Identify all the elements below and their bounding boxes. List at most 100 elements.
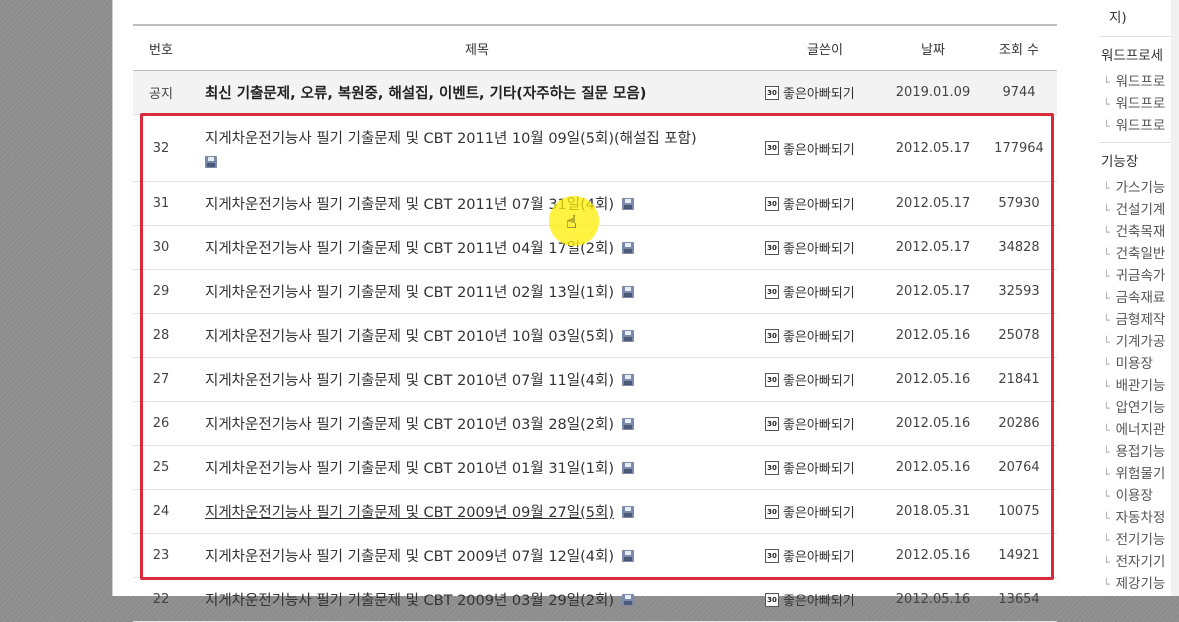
- table-row: 25 지게차운전기능사 필기 기출문제 및 CBT 2010년 01월 31일(…: [133, 446, 1057, 490]
- post-title-link[interactable]: 지게차운전기능사 필기 기출문제 및 CBT 2011년 02월 13일(1회): [205, 281, 614, 302]
- writer-name: 좋은아빠되기: [783, 594, 855, 609]
- writer-name: 좋은아빠되기: [783, 87, 855, 102]
- sidebar-item[interactable]: └ 가스기능: [1103, 176, 1165, 196]
- row-number: 31: [152, 196, 170, 211]
- row-writer[interactable]: 30 좋은아빠되기: [765, 402, 885, 445]
- sidebar-item[interactable]: └ 건축일반: [1103, 242, 1165, 262]
- writer-name: 좋은아빠되기: [783, 550, 855, 565]
- row-title-cell: 지게차운전기능사 필기 기출문제 및 CBT 2010년 03월 28일(2회): [205, 402, 765, 445]
- row-writer[interactable]: 30 좋은아빠되기: [765, 578, 885, 621]
- sidebar-item[interactable]: └ 에너지관: [1103, 418, 1165, 438]
- post-title-link[interactable]: 지게차운전기능사 필기 기출문제 및 CBT 2010년 01월 31일(1회): [205, 457, 614, 478]
- file-attachment-icon: [622, 549, 634, 562]
- sidebar-item[interactable]: └ 제강기능: [1103, 572, 1165, 592]
- table-row: 22 지게차운전기능사 필기 기출문제 및 CBT 2009년 03월 29일(…: [133, 578, 1057, 622]
- member-icon: 30: [765, 141, 779, 155]
- sidebar-item[interactable]: └ 워드프로: [1103, 92, 1165, 112]
- member-icon: 30: [765, 504, 779, 519]
- sidebar-group-title[interactable]: 워드프로세: [1079, 44, 1163, 64]
- row-writer[interactable]: 30 좋은아빠되기: [765, 270, 885, 313]
- post-title-link[interactable]: 지게차운전기능사 필기 기출문제 및 CBT 2009년 09월 27일(5회): [205, 501, 614, 522]
- tree-branch-icon: └: [1103, 336, 1110, 349]
- board-panel: 번호 제목 글쓴이 날짜 조회 수 공지 최신 기출문제, 오류, 복원중, 해…: [112, 0, 1080, 622]
- sidebar-item[interactable]: └ 전자기기: [1103, 550, 1165, 570]
- sidebar-item[interactable]: └ 건축목재: [1103, 220, 1165, 240]
- table-header: 번호 제목 글쓴이 날짜 조회 수: [133, 24, 1057, 71]
- notice-date: 2019.01.09: [895, 85, 971, 100]
- row-title-cell: 지게차운전기능사 필기 기출문제 및 CBT 2009년 03월 29일(2회): [205, 578, 765, 621]
- writer-name: 좋은아빠되기: [783, 506, 855, 521]
- file-attachment-icon: [205, 155, 217, 168]
- tree-branch-icon: └: [1103, 182, 1110, 195]
- notice-title-cell: 최신 기출문제, 오류, 복원중, 해설집, 이벤트, 기타(자주하는 질문 모…: [205, 71, 765, 114]
- post-title-link[interactable]: 지게차운전기능사 필기 기출문제 및 CBT 2010년 07월 11일(4회): [205, 369, 614, 390]
- row-date: 2012.05.16: [895, 592, 971, 607]
- row-writer[interactable]: 30 좋은아빠되기: [765, 314, 885, 357]
- member-icon: 30: [765, 416, 779, 431]
- file-attachment-icon: [622, 241, 634, 254]
- row-writer[interactable]: 30 좋은아빠되기: [765, 115, 885, 181]
- notice-row: 공지 최신 기출문제, 오류, 복원중, 해설집, 이벤트, 기타(자주하는 질…: [133, 71, 1057, 115]
- writer-name: 좋은아빠되기: [783, 142, 855, 158]
- sidebar-item[interactable]: └ 이용장: [1103, 484, 1153, 504]
- row-date: 2012.05.17: [895, 240, 971, 255]
- sidebar-scrollbar[interactable]: [1171, 0, 1179, 596]
- sidebar-item[interactable]: └ 워드프로: [1103, 114, 1165, 134]
- tree-branch-icon: └: [1103, 314, 1110, 327]
- sidebar-item[interactable]: └ 압연기능: [1103, 396, 1165, 416]
- file-attachment-icon: [622, 593, 634, 606]
- tree-branch-icon: └: [1103, 358, 1110, 371]
- row-writer[interactable]: 30 좋은아빠되기: [765, 226, 885, 269]
- row-date: 2012.05.16: [895, 372, 971, 387]
- sidebar-item[interactable]: └ 용접기능: [1103, 440, 1165, 460]
- sidebar-item[interactable]: └ 전기기능: [1103, 528, 1165, 548]
- post-title-link[interactable]: 지게차운전기능사 필기 기출문제 및 CBT 2009년 03월 29일(2회): [205, 589, 614, 610]
- post-title-link[interactable]: 지게차운전기능사 필기 기출문제 및 CBT 2011년 04월 17일(2회): [205, 237, 614, 258]
- row-views: 20764: [998, 460, 1040, 475]
- post-title-link[interactable]: 지게차운전기능사 필기 기출문제 및 CBT 2010년 10월 03일(5회): [205, 325, 614, 346]
- post-title-link[interactable]: 지게차운전기능사 필기 기출문제 및 CBT 2010년 03월 28일(2회): [205, 413, 614, 434]
- table-row: 27 지게차운전기능사 필기 기출문제 및 CBT 2010년 07월 11일(…: [133, 358, 1057, 402]
- file-attachment-icon: [622, 285, 634, 298]
- row-writer[interactable]: 30 좋은아빠되기: [765, 490, 885, 533]
- sidebar-item[interactable]: └ 귀금속가: [1103, 264, 1165, 284]
- tree-branch-icon: └: [1103, 534, 1110, 547]
- notice-views: 9744: [1002, 85, 1036, 100]
- row-title-cell: 지게차운전기능사 필기 기출문제 및 CBT 2011년 02월 13일(1회): [205, 270, 765, 313]
- sidebar-divider: [1099, 36, 1179, 37]
- row-number: 32: [152, 140, 170, 156]
- row-number: 26: [152, 416, 170, 431]
- sidebar-item[interactable]: └ 금형제작: [1103, 308, 1165, 328]
- notice-writer[interactable]: 30 좋은아빠되기: [765, 71, 885, 114]
- row-number: 27: [152, 372, 170, 387]
- sidebar-item[interactable]: └ 워드프로: [1103, 70, 1165, 90]
- sidebar-item[interactable]: └ 건설기계: [1103, 198, 1165, 218]
- row-number: 24: [152, 504, 170, 519]
- post-title-link[interactable]: 지게차운전기능사 필기 기출문제 및 CBT 2009년 07월 12일(4회): [205, 545, 614, 566]
- writer-name: 좋은아빠되기: [783, 198, 855, 213]
- sidebar-item[interactable]: └ 배관기능: [1103, 374, 1165, 394]
- sidebar-item[interactable]: └ 기계가공: [1103, 330, 1165, 350]
- notice-title-link[interactable]: 최신 기출문제, 오류, 복원중, 해설집, 이벤트, 기타(자주하는 질문 모…: [205, 82, 646, 103]
- row-writer[interactable]: 30 좋은아빠되기: [765, 534, 885, 577]
- row-writer[interactable]: 30 좋은아빠되기: [765, 446, 885, 489]
- row-title-cell: 지게차운전기능사 필기 기출문제 및 CBT 2010년 07월 11일(4회): [205, 358, 765, 401]
- sidebar-item[interactable]: └ 위험물기: [1103, 462, 1165, 482]
- sidebar-group-title[interactable]: 기능장: [1079, 150, 1138, 170]
- tree-branch-icon: └: [1103, 248, 1110, 261]
- header-views[interactable]: 조회 수: [981, 26, 1057, 70]
- writer-name: 좋은아빠되기: [783, 462, 855, 477]
- tree-branch-icon: └: [1103, 446, 1110, 459]
- row-writer[interactable]: 30 좋은아빠되기: [765, 358, 885, 401]
- sidebar-item[interactable]: └ 금속재료: [1103, 286, 1165, 306]
- writer-name: 좋은아빠되기: [783, 374, 855, 389]
- post-title-link[interactable]: 지게차운전기능사 필기 기출문제 및 CBT 2011년 10월 09일(5회)…: [205, 127, 697, 148]
- header-date[interactable]: 날짜: [885, 26, 981, 70]
- sidebar-item[interactable]: └ 자동차정: [1103, 506, 1165, 526]
- row-views: 13654: [998, 592, 1040, 607]
- row-views: 32593: [998, 284, 1040, 299]
- sidebar-item[interactable]: └ 미용장: [1103, 352, 1153, 372]
- row-number: 30: [152, 240, 170, 255]
- row-writer[interactable]: 30 좋은아빠되기: [765, 182, 885, 225]
- sidebar-fragment[interactable]: 지): [1079, 6, 1127, 26]
